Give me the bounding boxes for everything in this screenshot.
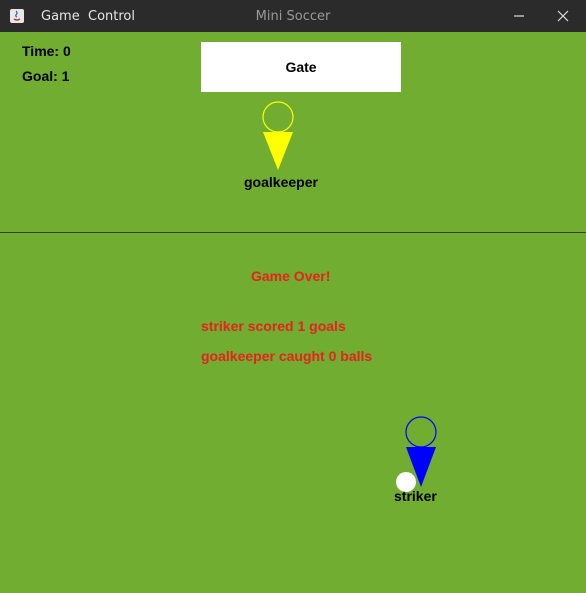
title-bar[interactable]: Game Control Mini Soccer — [0, 0, 586, 32]
close-icon[interactable] — [549, 6, 577, 26]
game-window: Game Control Mini Soccer Time: 0 Goal: 1… — [0, 0, 586, 593]
field-sprites — [262, 101, 437, 492]
striker-score-message: striker scored 1 goals — [201, 318, 346, 334]
striker-label: striker — [394, 488, 437, 504]
game-over-message: Game Over! — [251, 268, 331, 284]
window-title: Mini Soccer — [255, 9, 331, 24]
keeper-score-message: goalkeeper caught 0 balls — [201, 348, 373, 364]
goalkeeper-sprite — [262, 101, 294, 170]
goalkeeper-label: goalkeeper — [244, 174, 318, 190]
minimize-icon[interactable] — [505, 6, 533, 26]
goalkeeper-body — [263, 132, 293, 170]
goalkeeper-head — [262, 101, 294, 133]
striker-head — [405, 416, 437, 448]
soccer-field[interactable]: Time: 0 Goal: 1 Gate goalkeeper striker … — [0, 32, 586, 593]
